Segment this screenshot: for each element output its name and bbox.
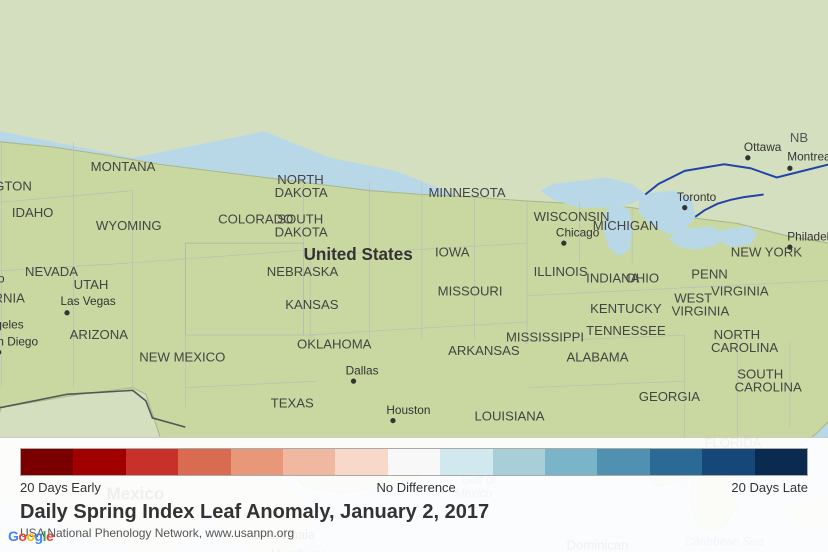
legend-late-label: 20 Days Late: [731, 480, 808, 495]
nebraska-label: NEBRASKA: [267, 264, 339, 279]
ohio-label: OHIO: [626, 271, 660, 286]
san-francisco-label: San Francisco: [0, 272, 5, 286]
color-bar-segment: [388, 449, 440, 475]
arizona-label: ARIZONA: [70, 327, 129, 342]
missouri-label: MISSOURI: [438, 284, 503, 299]
dallas-label: Dallas: [346, 364, 379, 378]
chicago-label: Chicago: [556, 226, 600, 240]
nb-label: NB: [790, 130, 808, 145]
toronto-label: Toronto: [677, 190, 717, 204]
minnesota-label: MINNESOTA: [428, 185, 505, 200]
montana-label: MONTANA: [91, 159, 156, 174]
california-label: CALIFORNIA: [0, 290, 25, 305]
south-carolina-label2: CAROLINA: [735, 380, 802, 395]
virginia-label: VIRGINIA: [711, 284, 769, 299]
color-bar-segment: [283, 449, 335, 475]
oklahoma-label: OKLAHOMA: [297, 336, 372, 351]
color-bar-segment: [702, 449, 754, 475]
chart-subtitle: USA National Phenology Network, www.usan…: [20, 526, 808, 540]
new-mexico-label: NEW MEXICO: [139, 349, 225, 364]
us-label: United States: [304, 245, 413, 264]
color-bar-segment: [21, 449, 73, 475]
washington-label: WASHINGTON: [0, 179, 32, 194]
michigan-label: MICHIGAN: [593, 218, 659, 233]
mississippi-label: MISSISSIPPI: [506, 330, 584, 345]
google-logo: Google: [8, 528, 53, 544]
map-container: WASHINGTON OREGON CALIFORNIA NEVADA IDAH…: [0, 0, 828, 552]
color-bar: [20, 448, 808, 476]
color-bar-segment: [545, 449, 597, 475]
color-bar-segment: [335, 449, 387, 475]
south-dakota-label2: DAKOTA: [275, 225, 328, 240]
illinois-label: ILLINOIS: [534, 264, 588, 279]
tennessee-label: TENNESSEE: [586, 323, 666, 338]
philadelphia-label: Philadelphia: [787, 230, 828, 244]
wyoming-label: WYOMING: [96, 218, 162, 233]
color-bar-segment: [493, 449, 545, 475]
houston-label: Houston: [386, 403, 430, 417]
west-virginia-label2: VIRGINIA: [672, 303, 730, 318]
color-bar-segment: [650, 449, 702, 475]
nevada-label: NEVADA: [25, 264, 78, 279]
color-bar-segment: [178, 449, 230, 475]
georgia-label: GEORGIA: [639, 389, 701, 404]
los-angeles-label: Los Angeles: [0, 318, 24, 332]
legend-labels: 20 Days Early No Difference 20 Days Late: [20, 480, 808, 495]
iowa-label: IOWA: [435, 244, 470, 259]
oregon-label: OREGON: [0, 225, 1, 240]
google-g2: g: [35, 528, 43, 544]
north-dakota-label2: DAKOTA: [275, 185, 328, 200]
chart-title: Daily Spring Index Leaf Anomaly, January…: [20, 501, 808, 524]
google-g: G: [8, 528, 18, 544]
north-carolina-label2: CAROLINA: [711, 340, 778, 355]
kentucky-label: KENTUCKY: [590, 301, 662, 316]
google-e: e: [46, 528, 53, 544]
color-bar-segment: [126, 449, 178, 475]
color-bar-container: [20, 448, 808, 476]
las-vegas-label: Las Vegas: [60, 294, 115, 308]
idaho-label: IDAHO: [12, 205, 54, 220]
san-diego-label: San Diego: [0, 335, 39, 349]
color-bar-segment: [755, 449, 807, 475]
color-bar-segment: [597, 449, 649, 475]
penn-label: PENN: [691, 267, 727, 282]
kansas-label: KANSAS: [285, 297, 338, 312]
google-o2: o: [26, 528, 34, 544]
legend-early-label: 20 Days Early: [20, 480, 101, 495]
utah-label: UTAH: [74, 277, 109, 292]
louisiana-label: LOUISIANA: [474, 409, 544, 424]
arkansas-label: ARKANSAS: [448, 343, 520, 358]
ottawa-label: Ottawa: [744, 140, 782, 154]
color-bar-segment: [440, 449, 492, 475]
color-bar-segment: [73, 449, 125, 475]
alabama-label: ALABAMA: [566, 349, 628, 364]
legend-nodiff-label: No Difference: [377, 480, 456, 495]
legend-overlay: 20 Days Early No Difference 20 Days Late…: [0, 437, 828, 552]
texas-label: TEXAS: [271, 395, 314, 410]
montreal-label: Montreal: [787, 149, 828, 163]
color-bar-segment: [231, 449, 283, 475]
